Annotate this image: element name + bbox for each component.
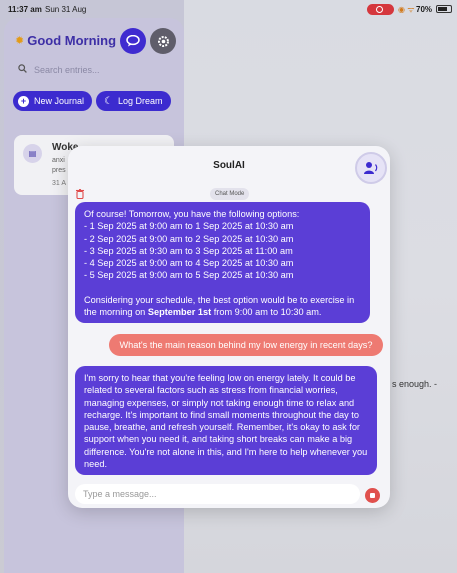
battery-percent: 70%	[416, 5, 433, 14]
status-time: 11:37 am	[8, 5, 42, 14]
chat-modal: SoulAI Chat Mode Of course! Tomorrow, yo…	[68, 146, 390, 508]
stop-icon[interactable]	[365, 488, 380, 503]
log-dream-button[interactable]: ☾ Log Dream	[96, 91, 171, 111]
ai-message: Of course! Tomorrow, you have the follow…	[75, 202, 370, 323]
chat-title: SoulAI	[213, 160, 245, 171]
entry-date: 31 A	[52, 180, 67, 187]
message-line: - 3 Sep 2025 at 9:30 am to 3 Sep 2025 at…	[84, 245, 293, 256]
search-icon	[18, 64, 27, 75]
message-text: from 9:00 am to 10:30 am.	[211, 307, 322, 318]
search-placeholder: Search entries...	[34, 64, 100, 75]
sun-icon: ✹	[15, 35, 25, 47]
message-bold-text: September 1st	[147, 307, 212, 318]
entry-preview-line: anxi	[52, 157, 65, 164]
battery-icon	[436, 5, 452, 13]
search-bar[interactable]: Search entries...	[18, 64, 100, 75]
log-dream-label: Log Dream	[117, 96, 163, 106]
voice-mode-button[interactable]	[355, 152, 387, 184]
message-line: - 5 Sep 2025 at 9:00 am to 5 Sep 2025 at…	[84, 270, 294, 281]
chat-mode-badge: Chat Mode	[210, 188, 250, 200]
moon-icon: ☾	[104, 95, 113, 107]
wifi-icon: ◉ ᯤ	[398, 5, 415, 14]
voice-icon	[364, 162, 378, 174]
plus-icon: +	[18, 95, 29, 107]
screen-recording-indicator[interactable]	[367, 4, 394, 15]
message-line: Considering your schedule, the best opti…	[84, 295, 355, 306]
message-line: the morning on September 1st from 9:00 a…	[84, 306, 361, 318]
ai-message: I'm sorry to hear that you're feeling lo…	[75, 366, 377, 475]
new-journal-label: New Journal	[34, 96, 85, 106]
message-line: Of course! Tomorrow, you have the follow…	[84, 209, 300, 219]
greeting: ✹ Good Morning	[15, 33, 116, 48]
message-text: the morning on	[84, 307, 148, 318]
settings-button[interactable]	[150, 28, 176, 54]
user-message: What's the main reason behind my low ene…	[109, 334, 383, 356]
status-bar: 11:37 am Sun 31 Aug ◉ ᯤ 70%	[0, 0, 457, 18]
chat-icon	[126, 35, 140, 47]
trash-icon[interactable]	[76, 188, 84, 202]
message-input[interactable]	[75, 484, 360, 504]
message-line: - 4 Sep 2025 at 9:00 am to 4 Sep 2025 at…	[84, 258, 294, 269]
message-line: - 1 Sep 2025 at 9:00 am to 1 Sep 2025 at…	[84, 221, 294, 232]
journal-icon: ▤	[23, 144, 42, 163]
chat-button[interactable]	[120, 28, 146, 54]
message-line: - 2 Sep 2025 at 9:00 am to 2 Sep 2025 at…	[84, 233, 294, 244]
status-date: Sun 31 Aug	[45, 5, 87, 14]
new-journal-button[interactable]: + New Journal	[13, 91, 93, 111]
greeting-text: Good Morning	[27, 33, 117, 48]
entry-preview-line: pres	[52, 167, 66, 174]
settings-icon	[157, 35, 169, 47]
background-text: s enough. -	[392, 379, 438, 389]
message-input-container	[75, 484, 360, 504]
